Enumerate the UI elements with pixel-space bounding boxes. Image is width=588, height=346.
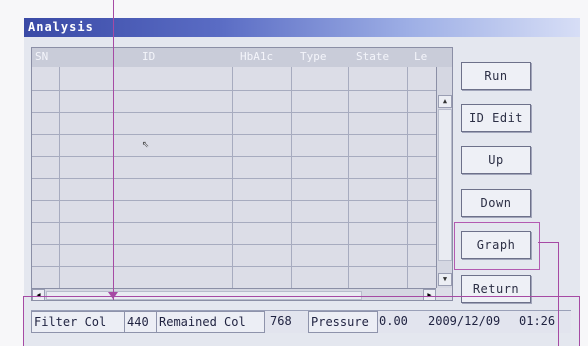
annotation-line bbox=[23, 296, 24, 346]
col-header-state: State bbox=[356, 50, 390, 63]
vertical-scroll-thumb[interactable] bbox=[438, 109, 452, 261]
window-titlebar: Analysis bbox=[24, 18, 580, 37]
annotation-line bbox=[23, 296, 579, 297]
table-row[interactable] bbox=[32, 112, 436, 113]
table-header: SN ID HbA1c Type State Le bbox=[32, 48, 452, 67]
annotation-line bbox=[558, 242, 559, 346]
down-button[interactable]: Down bbox=[461, 189, 531, 217]
col-header-hba1c: HbA1c bbox=[240, 50, 274, 63]
col-header-le: Le bbox=[414, 50, 428, 63]
status-time: 01:26 bbox=[519, 314, 556, 328]
pressure-label: Pressure bbox=[308, 311, 378, 333]
table-row[interactable] bbox=[32, 244, 436, 245]
col-header-type: Type bbox=[300, 50, 327, 63]
scroll-right-icon[interactable]: ▶ bbox=[423, 289, 436, 300]
table-row[interactable] bbox=[32, 222, 436, 223]
table-row[interactable] bbox=[32, 178, 436, 179]
table-row[interactable] bbox=[32, 156, 436, 157]
table-row[interactable] bbox=[32, 200, 436, 201]
mouse-pointer-icon: ⇖ bbox=[142, 136, 150, 150]
filter-col-label: Filter Col bbox=[31, 311, 126, 333]
filter-col-value: 440 bbox=[124, 311, 158, 333]
table-row[interactable] bbox=[32, 266, 436, 267]
remained-col-value: 768 bbox=[270, 314, 292, 328]
return-button[interactable]: Return bbox=[461, 275, 531, 303]
col-header-id: ID bbox=[142, 50, 156, 63]
id-edit-button[interactable]: ID Edit bbox=[461, 104, 531, 132]
up-button[interactable]: Up bbox=[461, 146, 531, 174]
scroll-down-icon[interactable]: ▼ bbox=[438, 273, 452, 286]
results-table[interactable]: SN ID HbA1c Type State Le ▲ ▼ ◀ ▶ bbox=[31, 47, 453, 301]
col-header-sn: SN bbox=[35, 50, 49, 63]
scroll-up-icon[interactable]: ▲ bbox=[438, 95, 452, 108]
run-button[interactable]: Run bbox=[461, 62, 531, 90]
annotation-line bbox=[113, 0, 114, 300]
remained-col-label: Remained Col bbox=[156, 311, 265, 333]
pressure-value: 0.00 bbox=[379, 314, 408, 328]
scroll-left-icon[interactable]: ◀ bbox=[32, 289, 45, 300]
horizontal-scrollbar[interactable]: ◀ ▶ bbox=[32, 288, 436, 300]
graph-button[interactable]: Graph bbox=[461, 231, 531, 259]
status-date: 2009/12/09 bbox=[428, 314, 501, 328]
annotation-line bbox=[538, 242, 558, 243]
vertical-scrollbar[interactable]: ▲ ▼ bbox=[436, 67, 452, 288]
status-bar: Filter Col 440 Remained Col 768 Pressure… bbox=[31, 310, 571, 333]
window-title: Analysis bbox=[28, 20, 94, 34]
table-row[interactable] bbox=[32, 90, 436, 91]
table-row[interactable] bbox=[32, 134, 436, 135]
annotation-line bbox=[579, 296, 580, 346]
